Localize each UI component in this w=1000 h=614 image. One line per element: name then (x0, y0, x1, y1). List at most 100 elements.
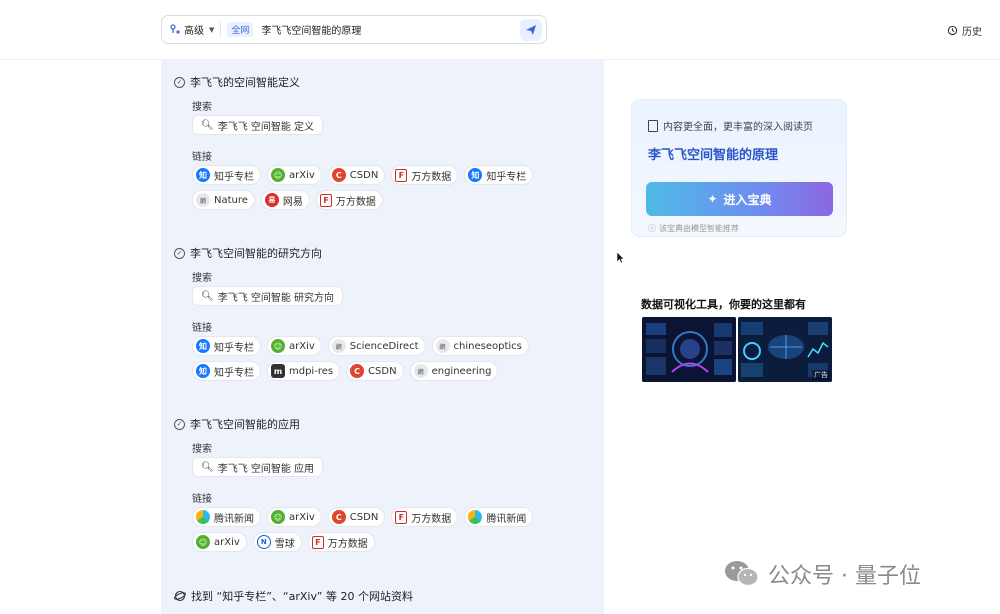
sparkle-icon: ✦ (707, 192, 718, 206)
link-chip[interactable]: 腾讯新闻 (464, 507, 534, 527)
ad-image[interactable] (642, 317, 736, 382)
globe-icon (174, 590, 186, 602)
chevron-down-icon: ▼ (209, 25, 215, 34)
enter-button[interactable]: ✦ 进入宝典 (646, 182, 833, 216)
csdn-icon: C (350, 364, 365, 378)
link-label: 知乎专栏 (214, 342, 254, 354)
link-chip[interactable]: F 万方数据 (391, 507, 459, 527)
link-chip[interactable]: 知知乎专栏 (192, 336, 261, 356)
link-chip[interactable]: F 万方数据 (307, 532, 375, 552)
links-label: 链接 (192, 323, 212, 334)
step-title-row: ✓ 李飞飞的空间智能定义 (174, 74, 594, 90)
link-chip[interactable]: 網 chineseoptics (431, 336, 529, 356)
step-title: 李飞飞的空间智能定义 (190, 76, 300, 89)
link-chip[interactable]: 網 Nature (192, 190, 255, 210)
ad-image[interactable]: 广告 (738, 317, 832, 382)
search-icon: 🔍︎ (201, 461, 214, 473)
link-chip[interactable]: ☺ arXiv (267, 336, 322, 356)
mdpi-icon: m (271, 364, 285, 378)
step-title: 李飞飞空间智能的研究方向 (190, 247, 322, 260)
csdn-icon: C (331, 510, 346, 524)
link-chip[interactable]: 知知乎专栏 (192, 361, 261, 381)
send-button[interactable] (520, 18, 542, 41)
link-label: 网易 (282, 196, 303, 208)
deep-read-card: 内容更全面，更丰富的深入阅读页 李飞飞空间智能的原理 ✦ 进入宝典 ⓘ 该宝典由… (631, 99, 847, 237)
link-chip[interactable]: ☺ arXiv (267, 507, 322, 527)
link-chip[interactable]: ☺ arXiv (267, 165, 322, 185)
search-query: 李飞飞 空间智能 研究方向 (217, 292, 335, 304)
zhihu-icon: 知 (196, 364, 210, 378)
tencent-icon (196, 510, 210, 524)
link-label: 知乎专栏 (486, 171, 527, 183)
link-chip[interactable]: F 万方数据 (315, 190, 383, 210)
link-chip-list: 腾讯新闻 ☺ arXiv C CSDN F 万方数据 腾讯新闻 ☺ arXiv N 雪球 … (192, 507, 592, 552)
link-label: 腾讯新闻 (214, 513, 254, 525)
search-query-text[interactable]: 李飞飞空间智能的原理 (261, 22, 520, 37)
link-chip[interactable]: 知知乎专栏 (192, 165, 261, 185)
card-title: 李飞飞空间智能的原理 (648, 148, 779, 163)
mouse-cursor-icon (617, 252, 625, 264)
link-chip[interactable]: C CSDN (346, 361, 404, 381)
search-label: 搜索 (192, 273, 212, 284)
generic-site-icon: 網 (331, 339, 346, 353)
link-label: ScienceDirect (349, 340, 419, 352)
check-circle-icon: ✓ (174, 76, 185, 88)
arxiv-icon: ☺ (271, 510, 285, 524)
link-chip[interactable]: F 万方数据 (391, 165, 459, 185)
link-label: 腾讯新闻 (486, 513, 527, 525)
link-chip-list: 知知乎专栏 ☺ arXiv C CSDN F 万方数据 知知乎专栏 網 Nature 易… (192, 165, 592, 210)
links-label: 链接 (192, 152, 212, 163)
advanced-label: 高级 (184, 26, 204, 37)
link-label: 知乎专栏 (214, 367, 254, 379)
link-chip[interactable]: C CSDN (327, 165, 386, 185)
link-chip[interactable]: m mdpi-res (267, 361, 341, 381)
link-label: Nature (214, 194, 248, 206)
link-chip[interactable]: C CSDN (327, 507, 386, 527)
link-chip[interactable]: 網 engineering (409, 361, 499, 381)
history-label: 历史 (962, 27, 982, 38)
history-button[interactable]: 历史 (947, 23, 982, 38)
generic-site-icon: 網 (435, 339, 450, 353)
link-label: 知乎专栏 (214, 171, 254, 183)
send-icon (526, 24, 536, 35)
watermark-text: 公众号 · 量子位 (768, 564, 921, 589)
sources-summary[interactable]: 找到 “知乎专栏”、“arXiv” 等 20 个网站资料 (174, 588, 413, 604)
book-icon (648, 119, 658, 132)
search-query-pill[interactable]: 🔍︎ 李飞飞 空间智能 定义 (192, 115, 324, 135)
scope-badge[interactable]: 全网 (227, 22, 254, 37)
link-label: arXiv (289, 511, 315, 523)
search-box[interactable]: 高级 ▼ 全网 李飞飞空间智能的原理 (161, 15, 547, 44)
link-chip[interactable]: 知知乎专栏 (464, 165, 534, 185)
check-circle-icon: ✓ (174, 418, 185, 430)
link-chip[interactable]: 腾讯新闻 (192, 507, 261, 527)
link-label: chineseoptics (453, 340, 522, 352)
link-chip[interactable]: ☺ arXiv (192, 532, 247, 552)
tencent-icon (468, 510, 483, 524)
card-note: ⓘ 该宝典由模型智能推荐 (648, 223, 739, 234)
search-icon: 🔍︎ (201, 290, 214, 302)
wanfang-icon: F (395, 510, 408, 524)
guanqiu-icon: N (256, 535, 271, 549)
search-query-pill[interactable]: 🔍︎ 李飞飞 空间智能 应用 (192, 457, 324, 477)
advanced-dropdown[interactable]: 高级 ▼ (162, 22, 222, 37)
link-chip[interactable]: 網 ScienceDirect (327, 336, 426, 356)
history-icon (947, 25, 958, 36)
search-process-panel: ✓ 李飞飞的空间智能定义 搜索 🔍︎ 李飞飞 空间智能 定义 链接 知知乎专栏 … (161, 60, 604, 614)
link-chip[interactable]: N 雪球 (252, 532, 302, 552)
wanfang-icon: F (395, 168, 408, 182)
step-title: 李飞飞空间智能的应用 (190, 418, 300, 431)
search-query: 李飞飞 空间智能 定义 (217, 121, 315, 133)
step-title-row: ✓ 李飞飞空间智能的应用 (174, 416, 594, 432)
link-label: engineering (431, 365, 492, 377)
link-chip[interactable]: 易网易 (260, 190, 310, 210)
link-label: 万方数据 (335, 196, 376, 208)
links-label: 链接 (192, 494, 212, 505)
zhihu-icon: 知 (468, 168, 483, 182)
wechat-icon (725, 561, 759, 587)
sources-summary-text: 找到 “知乎专栏”、“arXiv” 等 20 个网站资料 (191, 590, 413, 603)
ad-title[interactable]: 数据可视化工具，你要的这里都有 (641, 296, 806, 312)
search-query: 李飞飞 空间智能 应用 (217, 463, 315, 475)
search-label: 搜索 (192, 102, 212, 113)
netease-icon: 易 (264, 193, 279, 207)
search-query-pill[interactable]: 🔍︎ 李飞飞 空间智能 研究方向 (192, 286, 344, 306)
